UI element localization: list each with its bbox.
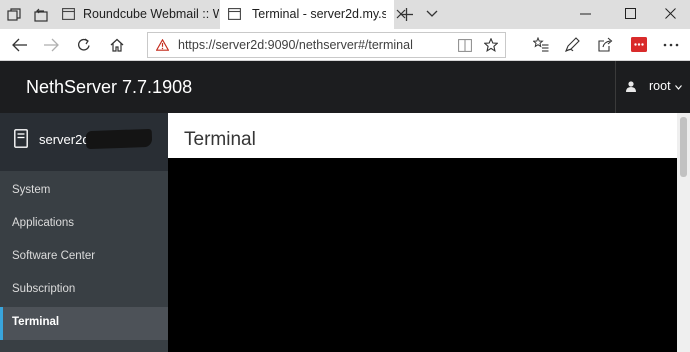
sidebar-item-label: Software Center: [12, 250, 96, 262]
back-arrow-icon[interactable]: [12, 38, 27, 52]
restore-tabs-icon[interactable]: [34, 8, 48, 22]
home-icon[interactable]: [110, 38, 124, 52]
forward-arrow-icon[interactable]: [44, 38, 59, 52]
share-icon[interactable]: [598, 37, 613, 52]
sidebar-item-label: Subscription: [12, 283, 76, 295]
new-tab-icon[interactable]: [400, 8, 413, 21]
more-icon[interactable]: [663, 43, 679, 47]
warning-icon[interactable]: [156, 39, 169, 51]
tab-title: Roundcube Webmail :: Welc: [83, 7, 219, 21]
scrollbar[interactable]: [677, 113, 690, 352]
star-icon[interactable]: [484, 38, 498, 52]
sidebar-item-label: Applications: [12, 217, 75, 229]
extension-icon[interactable]: [631, 37, 647, 52]
maximize-icon[interactable]: [625, 8, 636, 19]
chevron-down-icon[interactable]: [426, 10, 438, 18]
sidebar-item-label: System: [12, 184, 51, 196]
redaction-mark: [85, 128, 153, 150]
server-icon: [14, 129, 28, 148]
user-name: root: [649, 79, 671, 93]
page-title: Terminal: [184, 129, 256, 150]
sidebar-item-subscription[interactable]: Subscription: [0, 274, 168, 307]
sidebar: server2d. System Applications Software C…: [0, 113, 168, 352]
favorites-hub-icon[interactable]: [533, 37, 549, 52]
brand-title[interactable]: NethServer 7.7.1908: [26, 77, 192, 98]
tab-roundcube[interactable]: Roundcube Webmail :: Welc: [56, 0, 219, 29]
browser-tab-strip: Roundcube Webmail :: Welc Terminal - ser…: [0, 0, 690, 29]
reading-view-icon[interactable]: [458, 39, 472, 52]
app-header: NethServer 7.7.1908 root: [0, 61, 690, 113]
sidebar-item-system[interactable]: System: [0, 175, 168, 208]
pen-icon[interactable]: [565, 37, 580, 52]
close-window-icon[interactable]: [665, 8, 676, 19]
chevron-down-icon: [675, 85, 682, 90]
main-panel: Terminal: [168, 113, 677, 352]
scrollbar-thumb[interactable]: [680, 117, 687, 177]
tab-title: Terminal - server2d.my.s: [252, 7, 386, 21]
page-icon: [62, 8, 75, 20]
refresh-icon[interactable]: [77, 38, 91, 52]
sidebar-item-label: Terminal: [12, 316, 60, 328]
page-icon: [228, 8, 241, 20]
sidebar-item-software-center[interactable]: Software Center: [0, 241, 168, 274]
address-bar[interactable]: https://server2d:9090/nethserver#/termin…: [147, 32, 506, 58]
url-text: https://server2d:9090/nethserver#/termin…: [178, 38, 413, 52]
user-icon: [626, 81, 636, 92]
sidebar-item-terminal[interactable]: Terminal: [0, 307, 168, 340]
minimize-icon[interactable]: [580, 13, 591, 15]
host-switcher[interactable]: server2d.: [0, 113, 168, 171]
tab-terminal[interactable]: Terminal - server2d.my.s: [220, 0, 406, 29]
user-menu[interactable]: root: [615, 61, 690, 113]
browser-toolbar: https://server2d:9090/nethserver#/termin…: [0, 29, 690, 61]
terminal-screen[interactable]: [168, 158, 677, 352]
tab-actions-icon[interactable]: [7, 8, 21, 22]
sidebar-item-applications[interactable]: Applications: [0, 208, 168, 241]
